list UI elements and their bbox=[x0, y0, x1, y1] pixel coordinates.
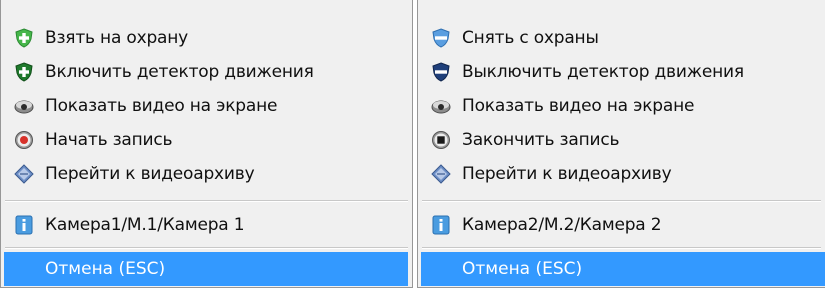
camera-icon bbox=[431, 100, 451, 114]
menu-item-camera-info[interactable]: Камера1/М.1/Камера 1 bbox=[1, 208, 412, 242]
menu-item-label: Снять с охраны bbox=[462, 28, 599, 48]
shield-light-blue-icon bbox=[432, 28, 450, 48]
menu-item-arm[interactable]: Взять на охрану bbox=[1, 21, 412, 55]
menu-item-label: Перейти к видеоархиву bbox=[462, 164, 672, 184]
cancel-button[interactable]: Отмена (ESC) bbox=[421, 252, 825, 286]
shield-plus-dark-icon bbox=[15, 62, 33, 82]
stop-icon bbox=[432, 131, 450, 149]
cancel-label: Отмена (ESC) bbox=[462, 259, 583, 279]
menu-item-show-video[interactable]: Показать видео на экране bbox=[418, 89, 825, 123]
menu-item-label: Показать видео на экране bbox=[462, 96, 695, 116]
menu-item-enable-motion-detector[interactable]: Включить детектор движения bbox=[1, 55, 412, 89]
context-menu-camera-2: Снять с охраны Выключить детектор движен… bbox=[417, 0, 825, 288]
context-menu-camera-1: Взять на охрану Включить детектор движен… bbox=[0, 0, 413, 288]
menu-item-start-recording[interactable]: Начать запись bbox=[1, 123, 412, 157]
menu-item-label: Закончить запись bbox=[462, 130, 620, 150]
menu-item-disarm[interactable]: Снять с охраны bbox=[418, 21, 825, 55]
menu-item-label: Начать запись bbox=[45, 130, 173, 150]
menu-item-label: Выключить детектор движения bbox=[462, 62, 744, 82]
menu-item-label: Показать видео на экране bbox=[45, 96, 278, 116]
menu-item-go-to-archive[interactable]: Перейти к видеоархиву bbox=[418, 157, 825, 191]
menu-item-show-video[interactable]: Показать видео на экране bbox=[1, 89, 412, 123]
menu-separator bbox=[422, 200, 821, 202]
record-icon bbox=[15, 131, 33, 149]
menu-item-stop-recording[interactable]: Закончить запись bbox=[418, 123, 825, 157]
info-icon bbox=[432, 215, 450, 235]
menu-item-camera-info[interactable]: Камера2/М.2/Камера 2 bbox=[418, 208, 825, 242]
menu-separator bbox=[422, 247, 821, 249]
shield-plus-light-icon bbox=[15, 28, 33, 48]
camera-label: Камера2/М.2/Камера 2 bbox=[462, 215, 662, 235]
menu-item-label: Включить детектор движения bbox=[45, 62, 314, 82]
camera-icon bbox=[14, 100, 34, 114]
menu-item-label: Взять на охрану bbox=[45, 28, 189, 48]
cancel-button[interactable]: Отмена (ESC) bbox=[4, 252, 408, 286]
archive-icon bbox=[14, 164, 34, 184]
cancel-label: Отмена (ESC) bbox=[45, 259, 166, 279]
menu-item-label: Перейти к видеоархиву bbox=[45, 164, 255, 184]
menu-item-disable-motion-detector[interactable]: Выключить детектор движения bbox=[418, 55, 825, 89]
archive-icon bbox=[431, 164, 451, 184]
menu-separator bbox=[5, 200, 408, 202]
camera-label: Камера1/М.1/Камера 1 bbox=[45, 215, 245, 235]
menu-item-go-to-archive[interactable]: Перейти к видеоархиву bbox=[1, 157, 412, 191]
shield-dark-blue-icon bbox=[432, 62, 450, 82]
info-icon bbox=[15, 215, 33, 235]
menu-separator bbox=[5, 247, 408, 249]
